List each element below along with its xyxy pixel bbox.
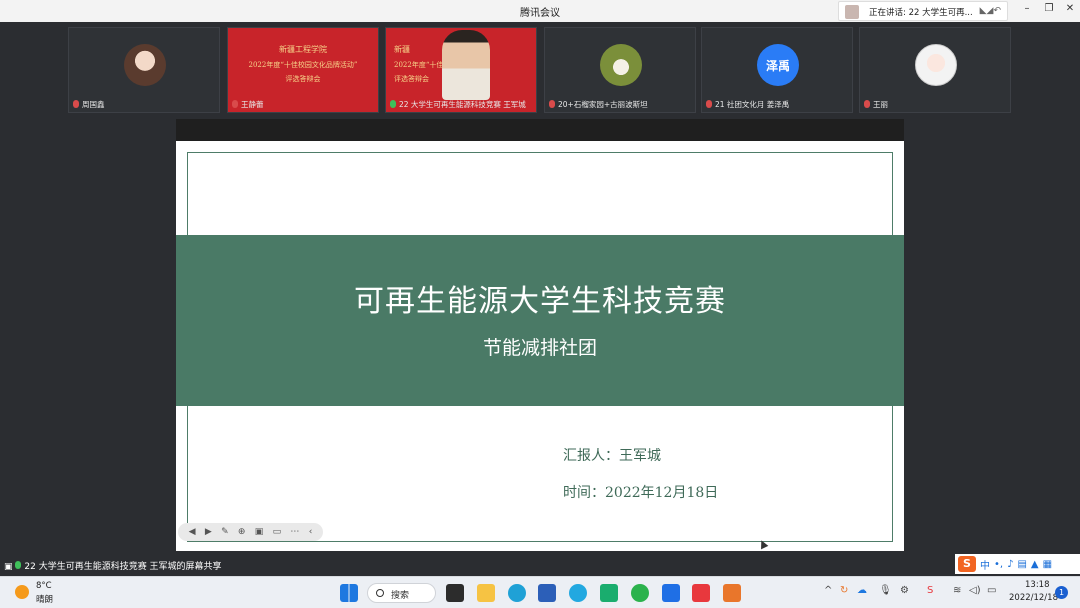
avatar — [600, 44, 642, 86]
share-status-text: 22 大学生可再生能源科技竞赛 王军城的屏幕共享 — [24, 562, 222, 572]
slide-date: 时间：2022年12月18日 — [563, 485, 719, 501]
battery-icon[interactable]: ▭ — [987, 585, 996, 596]
punctuation-icon[interactable]: •, — [994, 559, 1003, 570]
taskbar: 8°C 晴朗 搜索 ^ ↻ ☁ 🎙 ⚙ S ≋ ◁) ▭ 13:18 2022/… — [0, 576, 1080, 608]
zoom-icon[interactable]: ⊕ — [238, 527, 246, 537]
participant-tile[interactable]: 泽禹 21 社团文化月 姜泽禹 — [701, 27, 853, 113]
minimize-icon[interactable]: – — [1020, 3, 1034, 14]
slide-reporter: 汇报人：王军城 — [563, 448, 661, 464]
app-icon[interactable] — [600, 584, 618, 602]
play-icon[interactable]: ▶ — [205, 527, 212, 537]
slide-title: 可再生能源大学生科技竞赛 — [354, 284, 726, 319]
shared-slide-line: 2022年度“十佳校园文化品牌活动” — [248, 61, 358, 69]
subtitle-icon[interactable]: ▭ — [273, 527, 282, 537]
shared-screen[interactable]: 可再生能源大学生科技竞赛 节能减排社团 汇报人：王军城 时间：2022年12月1… — [176, 119, 904, 551]
file-explorer-icon[interactable] — [477, 584, 495, 602]
mic-on-icon — [15, 561, 22, 569]
media-player-icon[interactable] — [723, 584, 741, 602]
screen-share-icon: ▣ — [4, 562, 16, 572]
slide-subtitle: 节能减排社团 — [482, 337, 597, 359]
participant-strip: 周国鑫 新疆工程学院 2022年度“十佳校园文化品牌活动” 评选答辩会 王静蕾 … — [0, 22, 1080, 118]
volume-icon[interactable]: ◁) — [969, 585, 981, 596]
more-icon[interactable]: ⋯ — [290, 527, 299, 537]
participant-tile[interactable]: 新疆工程学院 2022年度“十佳校园文化品牌活动” 评选答辩会 王静蕾 — [227, 27, 379, 113]
mic-muted-icon — [73, 100, 79, 108]
sogou-logo-icon[interactable]: S — [958, 556, 976, 572]
wechat-icon[interactable] — [631, 584, 649, 602]
tencent-meeting-icon[interactable] — [662, 584, 680, 602]
speaker-wave-icon: ◣◢↶ — [979, 6, 1001, 16]
speaking-label: 正在讲话: 22 大学生可再... — [869, 8, 973, 18]
mic-on-icon — [390, 100, 396, 108]
task-view-icon[interactable] — [446, 584, 464, 602]
wifi-icon[interactable]: ≋ — [953, 585, 961, 596]
mic-muted-icon — [864, 100, 870, 108]
share-top-bar — [176, 119, 904, 141]
close-icon[interactable]: ✕ — [1063, 3, 1077, 14]
title-bar: 腾讯会议 正在讲话: 22 大学生可再... ◣◢↶ – ❐ ✕ — [0, 0, 1080, 22]
slide-toolbar: ◀ ▶ ✎ ⊕ ▣ ▭ ⋯ ‹ — [178, 523, 323, 541]
browser-icon[interactable] — [569, 584, 587, 602]
weather-sun-icon[interactable] — [15, 585, 29, 599]
wps-icon[interactable] — [692, 584, 710, 602]
edge-icon[interactable] — [508, 584, 526, 602]
participant-name: 王静蕾 — [241, 100, 264, 109]
ime-toolbar[interactable]: S 中 •, ♪ ▤ ▲ ▦ — [955, 554, 1080, 574]
camera-icon[interactable]: ▣ — [255, 527, 264, 537]
avatar — [915, 44, 957, 86]
participant-tile[interactable]: 20+石榴家园+古丽波斯坦 — [544, 27, 696, 113]
shared-slide-line: 新疆工程学院 — [279, 45, 327, 54]
prev-slide-icon[interactable]: ◀ — [189, 527, 196, 537]
toolbox-icon[interactable]: ▦ — [1043, 559, 1052, 570]
participant-tile[interactable]: 新疆 2022年度“十佳 评选答辩会 22 大学生可再生能源科技竞赛 王军城 — [385, 27, 537, 113]
show-hidden-icons-icon[interactable]: ^ — [824, 585, 832, 596]
search-label: 搜索 — [391, 591, 410, 601]
cloud-icon[interactable]: ☁ — [857, 585, 867, 596]
mic-muted-icon — [549, 100, 555, 108]
shared-slide-line: 评选答辩会 — [285, 75, 321, 83]
pen-icon[interactable]: ✎ — [221, 527, 229, 537]
clock-date[interactable]: 2022/12/18 — [1009, 593, 1058, 603]
ime-mode[interactable]: 中 — [980, 557, 990, 572]
participant-tile[interactable]: 周国鑫 — [68, 27, 220, 113]
collapse-icon[interactable]: ‹ — [309, 527, 313, 537]
mic-muted-icon — [706, 100, 712, 108]
search-icon — [376, 589, 384, 597]
avatar: 泽禹 — [757, 44, 799, 86]
participant-name: 周国鑫 — [82, 100, 105, 109]
weather-temperature[interactable]: 8°C — [36, 581, 52, 591]
store-icon[interactable] — [538, 584, 556, 602]
skin-icon[interactable]: ▲ — [1031, 559, 1039, 570]
camera-video — [442, 30, 490, 100]
participant-tile[interactable]: 王丽 — [859, 27, 1011, 113]
start-icon[interactable] — [340, 584, 358, 602]
microphone-icon[interactable]: 🎙 — [879, 585, 892, 596]
participant-name: 22 大学生可再生能源科技竞赛 王军城 — [399, 100, 526, 109]
weather-description[interactable]: 晴朗 — [36, 593, 53, 605]
notification-badge[interactable]: 1 — [1055, 586, 1068, 599]
clock-time[interactable]: 13:18 — [1025, 580, 1050, 590]
keyboard-icon[interactable]: ▤ — [1017, 559, 1026, 570]
participant-name: 20+石榴家园+古丽波斯坦 — [558, 100, 648, 109]
settings-tray-icon[interactable]: ⚙ — [900, 585, 909, 596]
avatar — [124, 44, 166, 86]
sync-icon[interactable]: ↻ — [840, 585, 848, 596]
mic-muted-icon — [232, 100, 238, 108]
sogou-tray-icon[interactable]: S — [927, 585, 933, 596]
speaker-avatar — [845, 5, 859, 19]
share-status-bar: ▣ 22 大学生可再生能源科技竞赛 王军城的屏幕共享 — [0, 557, 1080, 573]
participant-name: 21 社团文化月 姜泽禹 — [715, 100, 790, 109]
slide-title-band — [176, 235, 904, 406]
taskbar-search[interactable]: 搜索 — [367, 583, 436, 603]
restore-icon[interactable]: ❐ — [1042, 3, 1056, 14]
speaking-indicator[interactable]: 正在讲话: 22 大学生可再... ◣◢↶ — [838, 1, 1008, 21]
participant-name: 王丽 — [873, 100, 888, 109]
voice-icon[interactable]: ♪ — [1007, 559, 1013, 570]
